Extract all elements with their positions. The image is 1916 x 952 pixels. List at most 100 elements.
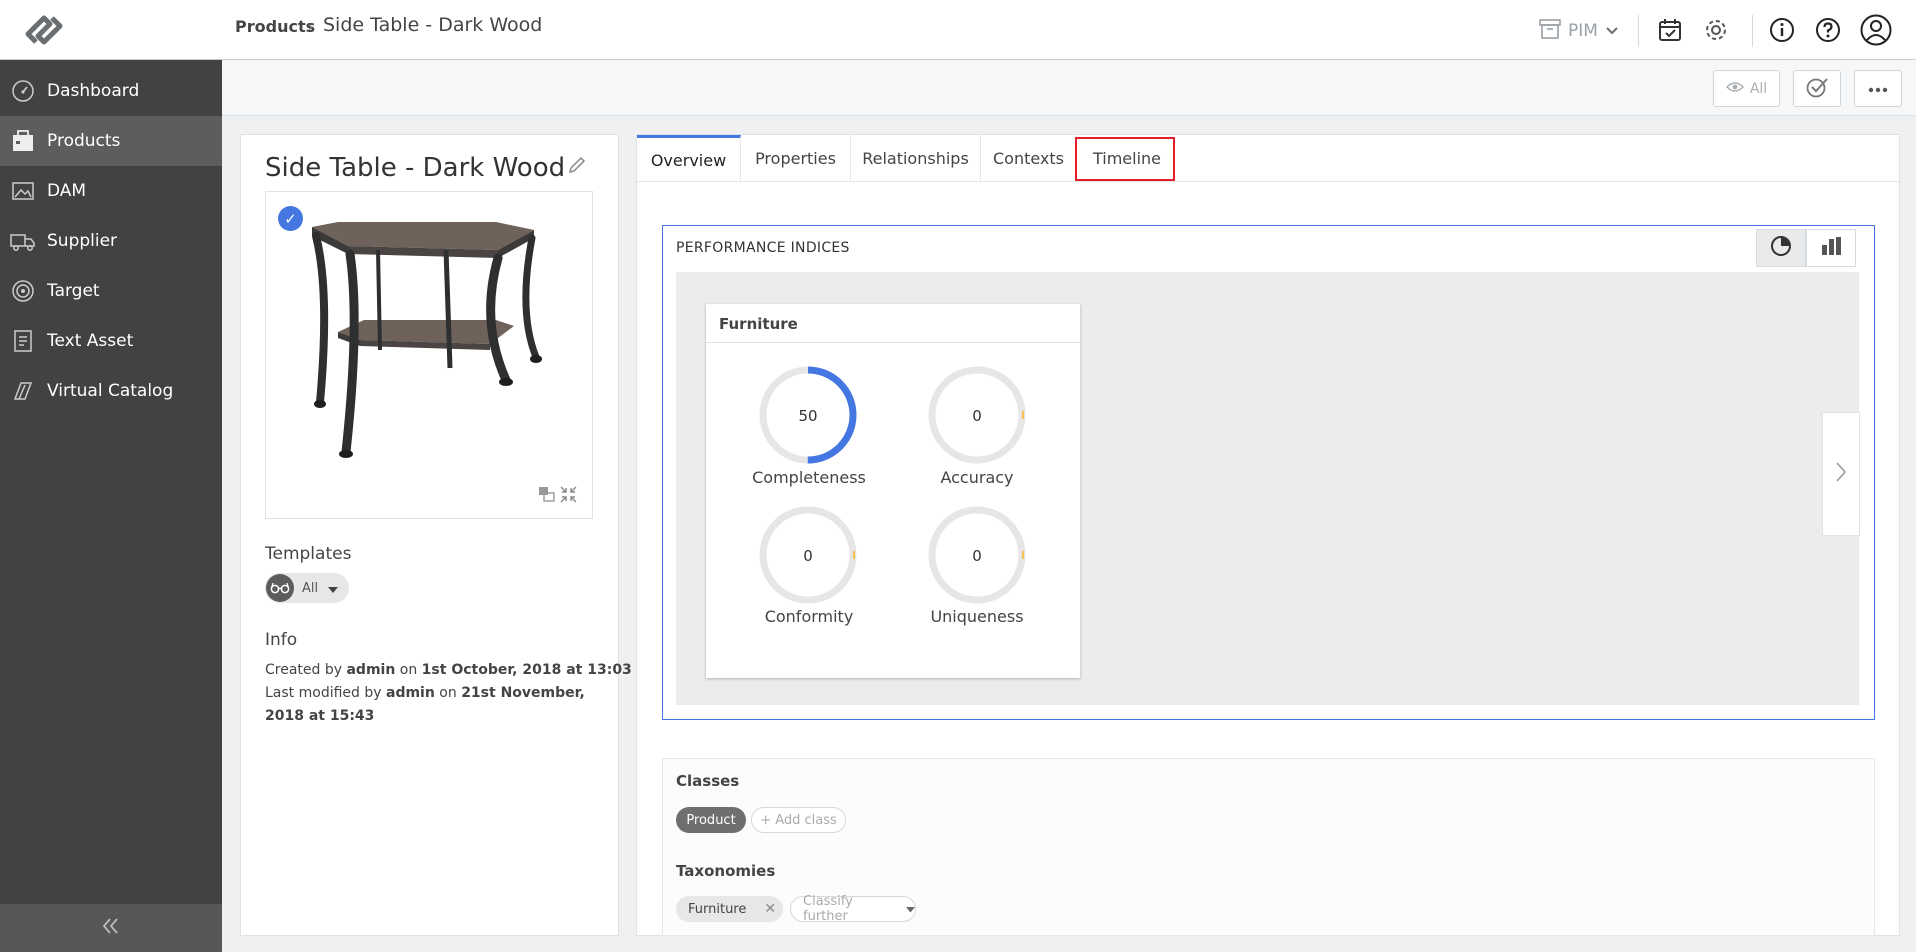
ellipsis-icon: [1868, 81, 1888, 97]
gear-icon[interactable]: [1698, 12, 1734, 48]
accuracy-value: 0: [972, 407, 982, 425]
modified-info: Last modified by admin on 21st November,: [265, 685, 585, 701]
sidebar-item-text-asset[interactable]: Text Asset: [0, 316, 222, 366]
tab-bar: Overview Properties Relationships Contex…: [637, 135, 1899, 182]
sidebar-item-label: Products: [47, 131, 121, 151]
taxonomy-chip-label: Furniture: [688, 901, 747, 917]
modified-by-user: admin: [386, 685, 435, 701]
class-chip-product[interactable]: Product: [676, 807, 746, 833]
created-info: Created by admin on 1st October, 2018 at…: [265, 662, 632, 678]
performance-indices-title: PERFORMANCE INDICES: [676, 240, 850, 256]
sidebar-item-target[interactable]: Target: [0, 266, 222, 316]
tab-relationships[interactable]: Relationships: [851, 135, 981, 182]
completeness-label: Completeness: [752, 468, 866, 487]
divider: [1638, 15, 1639, 47]
user-avatar-icon[interactable]: [1858, 12, 1894, 48]
edit-pencil-icon[interactable]: [567, 155, 587, 179]
modified-info-line2: 2018 at 15:43: [265, 708, 374, 724]
conformity-label: Conformity: [764, 607, 854, 626]
conformity-gauge: 0: [758, 505, 858, 609]
help-icon[interactable]: [1810, 12, 1846, 48]
taxonomies-title: Taxonomies: [676, 862, 776, 880]
chevron-right-icon: [1835, 461, 1847, 487]
collapse-arrows-icon[interactable]: [560, 486, 577, 507]
sidebar-collapse-button[interactable]: [0, 904, 222, 952]
breadcrumb-separator: ›: [307, 17, 314, 36]
target-icon: [9, 277, 37, 305]
next-card-button[interactable]: [1822, 412, 1860, 536]
dashboard-gauge-icon: [9, 77, 37, 105]
app-logo-icon[interactable]: [20, 10, 68, 50]
gauge-view-toggle[interactable]: [1756, 229, 1806, 267]
created-by-user: admin: [346, 662, 396, 678]
sidebar-item-supplier[interactable]: Supplier: [0, 216, 222, 266]
sidebar-item-virtual-catalog[interactable]: Virtual Catalog: [0, 366, 222, 416]
uniqueness-label: Uniqueness: [930, 607, 1024, 626]
bar-chart-icon: [1820, 235, 1842, 261]
sidebar-item-dashboard[interactable]: Dashboard: [0, 66, 222, 116]
uniqueness-value: 0: [972, 547, 982, 565]
sidebar-item-label: Text Asset: [47, 331, 134, 351]
accuracy-gauge: 0: [927, 365, 1027, 469]
modified-date-line2: 2018 at 15:43: [265, 708, 375, 724]
tab-properties[interactable]: Properties: [741, 135, 851, 182]
conformity-value: 0: [803, 547, 813, 565]
created-prefix: Created by: [265, 662, 343, 678]
document-icon: [9, 327, 37, 355]
product-image: [312, 222, 542, 458]
app-switcher-dropdown[interactable]: PIM: [1528, 14, 1630, 48]
sidebar-item-label: Target: [47, 281, 100, 301]
classify-further-dropdown[interactable]: Classify further: [790, 894, 916, 924]
created-date: 1st October, 2018 at 13:03: [421, 662, 632, 678]
divider: [1752, 15, 1753, 47]
breadcrumb-bar: [222, 60, 1916, 116]
sidebar-item-label: Supplier: [47, 231, 118, 251]
chevron-down-icon: [1605, 21, 1619, 41]
product-title: Side Table - Dark Wood: [265, 153, 566, 183]
uniqueness-gauge: 0: [927, 505, 1027, 609]
breadcrumb-products-link[interactable]: Products: [235, 17, 315, 36]
info-icon[interactable]: [1764, 12, 1800, 48]
sidebar-item-products[interactable]: Products: [0, 116, 222, 166]
glasses-icon: [266, 574, 294, 602]
sidebar-item-dam[interactable]: DAM: [0, 166, 222, 216]
classify-further-label: Classify further: [803, 894, 853, 924]
tab-contexts[interactable]: Contexts: [981, 135, 1077, 182]
sidebar: Dashboard Products DAM Supplier Target T…: [0, 60, 222, 952]
caret-down-icon: [328, 579, 339, 598]
taxonomy-chip-furniture[interactable]: Furniture ✕: [676, 896, 783, 922]
accuracy-label: Accuracy: [940, 468, 1014, 487]
card-title: Furniture: [706, 304, 1080, 343]
calendar-task-icon[interactable]: [1652, 12, 1688, 48]
pie-chart-icon: [1770, 235, 1792, 261]
catalog-icon: [9, 377, 37, 405]
templates-label: Templates: [265, 544, 352, 564]
visibility-filter-button[interactable]: All: [1713, 70, 1780, 107]
template-selector[interactable]: All: [265, 573, 349, 603]
completeness-gauge: 50: [758, 365, 858, 469]
add-class-button[interactable]: + Add class: [751, 807, 846, 833]
image-swap-icon[interactable]: [538, 486, 555, 506]
template-value: All: [302, 580, 319, 596]
info-label: Info: [265, 630, 298, 650]
app-switcher-label: PIM: [1568, 21, 1598, 41]
close-icon[interactable]: ✕: [764, 901, 776, 917]
breadcrumb-current: Side Table - Dark Wood: [323, 14, 543, 36]
more-options-button[interactable]: [1854, 70, 1902, 107]
tab-overview[interactable]: Overview: [637, 135, 741, 182]
products-box-icon: [9, 127, 37, 155]
on-word: on: [439, 685, 457, 701]
approve-button[interactable]: [1793, 70, 1841, 107]
product-selected-check-icon[interactable]: ✓: [278, 206, 303, 231]
caret-down-icon: [906, 902, 915, 917]
timeline-highlight-box: [1075, 137, 1175, 181]
double-chevron-left-icon: [101, 917, 121, 939]
circle-check-icon: [1805, 76, 1829, 102]
bar-view-toggle[interactable]: [1806, 229, 1856, 267]
image-icon: [9, 177, 37, 205]
on-word: on: [399, 662, 418, 678]
product-image-container[interactable]: [265, 191, 593, 519]
sidebar-item-label: DAM: [47, 181, 87, 201]
classes-title: Classes: [676, 772, 740, 790]
modified-prefix: Last modified by: [265, 685, 382, 701]
